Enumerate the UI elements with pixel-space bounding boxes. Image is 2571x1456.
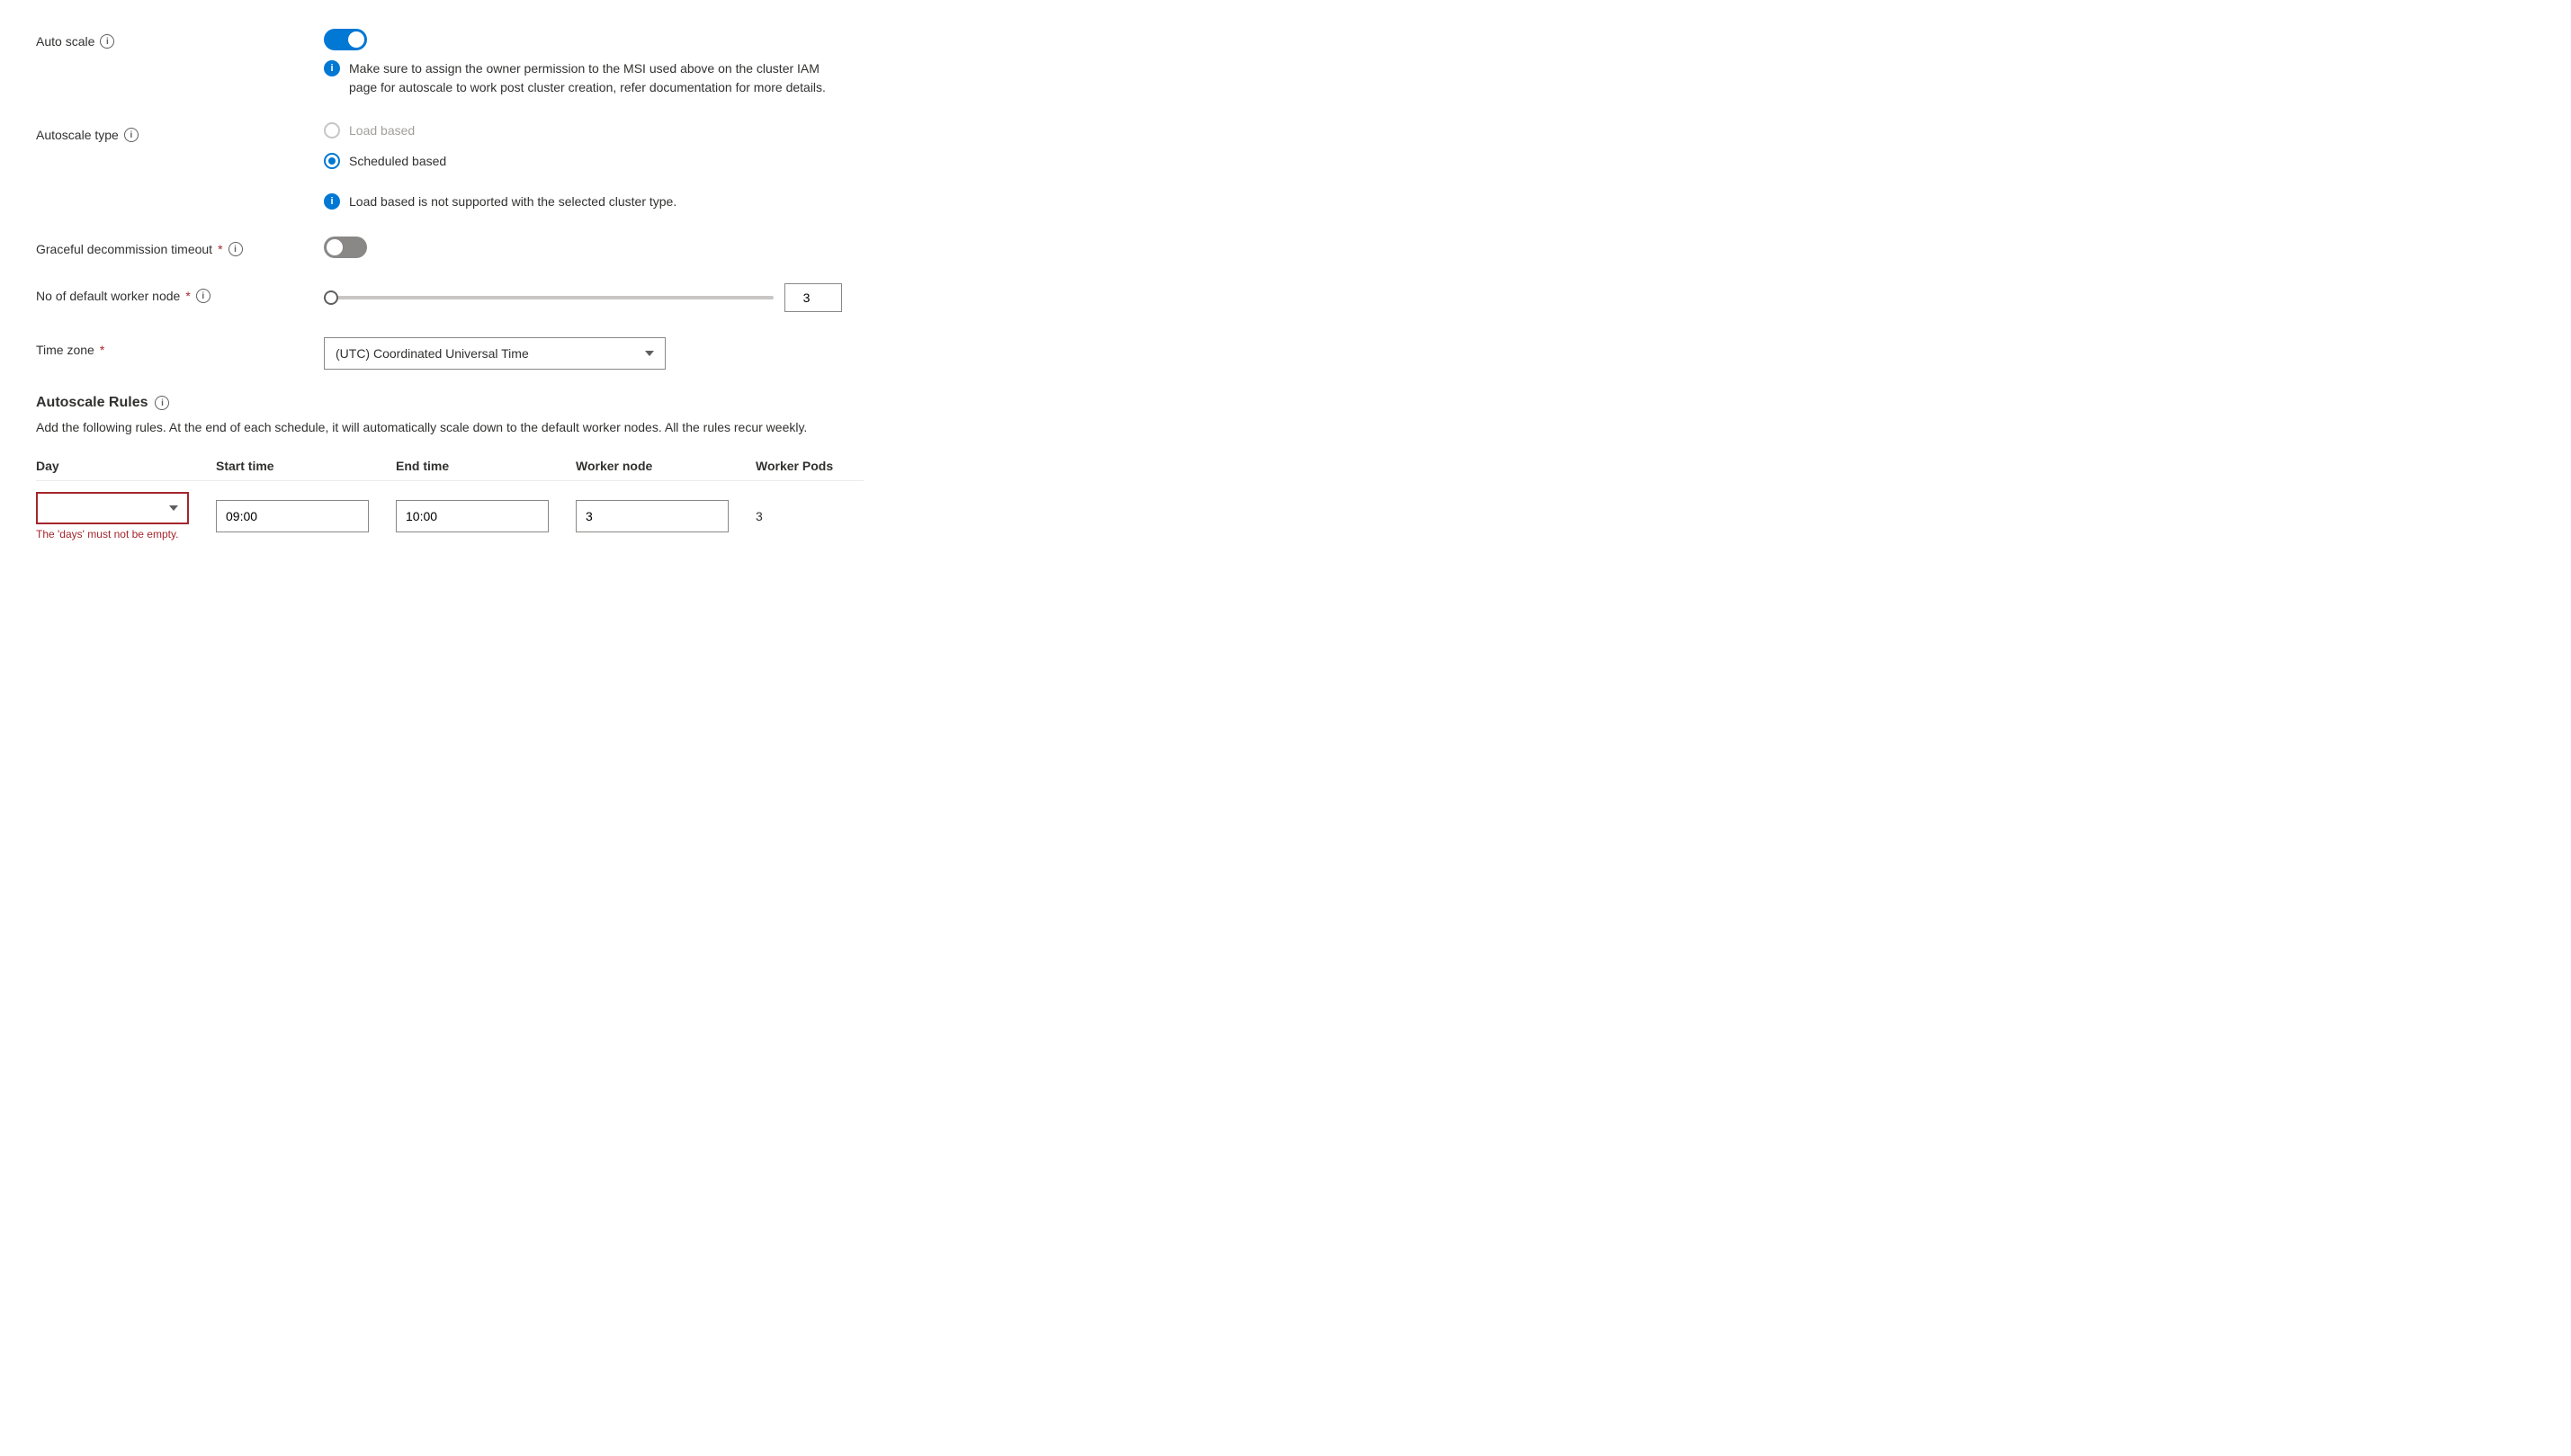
autoscale-rules-table: Day Start time End time Worker node Work… <box>36 459 864 544</box>
chevron-down-icon <box>645 351 654 356</box>
worker-node-info-icon[interactable]: i <box>196 289 211 303</box>
auto-scale-toggle-slider <box>324 29 367 50</box>
radio-circle-scheduled-based <box>324 153 340 169</box>
graceful-decommission-toggle[interactable] <box>324 237 367 258</box>
auto-scale-info-banner: i Make sure to assign the owner permissi… <box>324 59 846 97</box>
table-cell-worker-node <box>576 500 756 532</box>
table-cell-start-time <box>216 500 396 532</box>
radio-circle-load-based <box>324 122 340 138</box>
graceful-decommission-required: * <box>218 242 222 256</box>
worker-node-input[interactable] <box>784 283 842 312</box>
worker-node-slider-track[interactable] <box>324 296 774 299</box>
radio-load-based[interactable]: Load based <box>324 122 864 138</box>
auto-scale-label: Auto scale i <box>36 29 324 49</box>
graceful-decommission-toggle-slider <box>324 237 367 258</box>
auto-scale-control: i Make sure to assign the owner permissi… <box>324 29 864 97</box>
auto-scale-row: Auto scale i i Make sure to assign the o… <box>36 29 864 97</box>
graceful-decommission-info-icon[interactable]: i <box>228 242 243 256</box>
load-based-warning-icon: i <box>324 193 340 210</box>
worker-node-slider-container <box>324 283 864 312</box>
radio-scheduled-based[interactable]: Scheduled based <box>324 153 864 169</box>
autoscale-rules-title: Autoscale Rules i <box>36 395 864 411</box>
time-zone-required: * <box>100 343 104 357</box>
time-zone-selected-value: (UTC) Coordinated Universal Time <box>336 346 529 361</box>
worker-node-table-input[interactable] <box>576 500 729 532</box>
load-based-warning-text: Load based is not supported with the sel… <box>349 192 676 211</box>
table-cell-day: The 'days' must not be empty. <box>36 492 216 540</box>
auto-scale-toggle[interactable] <box>324 29 367 50</box>
graceful-decommission-label: Graceful decommission timeout * i <box>36 237 324 256</box>
col-day: Day <box>36 459 216 473</box>
day-select[interactable] <box>36 492 189 524</box>
info-circle-icon: i <box>324 60 340 76</box>
graceful-decommission-row: Graceful decommission timeout * i <box>36 237 864 258</box>
col-worker-pods: Worker Pods <box>756 459 936 473</box>
col-end-time: End time <box>396 459 576 473</box>
worker-pods-value: 3 <box>756 509 763 523</box>
start-time-input[interactable] <box>216 500 369 532</box>
autoscale-type-info-icon[interactable]: i <box>124 128 139 142</box>
autoscale-type-radio-group: Load based Scheduled based i Load based … <box>324 122 864 211</box>
time-zone-label: Time zone * <box>36 337 324 357</box>
worker-node-row: No of default worker node * i <box>36 283 864 312</box>
day-chevron-icon <box>169 505 178 511</box>
autoscale-type-row: Autoscale type i Load based Scheduled ba… <box>36 122 864 211</box>
table-cell-worker-pods: 3 <box>756 509 936 523</box>
time-zone-control: (UTC) Coordinated Universal Time <box>324 337 864 370</box>
table-row: The 'days' must not be empty. 3 <box>36 488 864 544</box>
load-based-warning-banner: i Load based is not supported with the s… <box>324 192 846 211</box>
col-start-time: Start time <box>216 459 396 473</box>
graceful-decommission-control <box>324 237 864 258</box>
autoscale-type-label: Autoscale type i <box>36 122 324 142</box>
worker-node-label: No of default worker node * i <box>36 283 324 303</box>
worker-node-control <box>324 283 864 312</box>
time-zone-dropdown[interactable]: (UTC) Coordinated Universal Time <box>324 337 666 370</box>
end-time-input[interactable] <box>396 500 549 532</box>
auto-scale-info-text: Make sure to assign the owner permission… <box>349 59 846 97</box>
auto-scale-info-icon[interactable]: i <box>100 34 114 49</box>
autoscale-rules-description: Add the following rules. At the end of e… <box>36 418 864 437</box>
autoscale-rules-section: Autoscale Rules i Add the following rule… <box>36 395 864 544</box>
radio-label-scheduled-based: Scheduled based <box>349 154 446 168</box>
table-cell-end-time <box>396 500 576 532</box>
worker-node-required: * <box>185 289 190 303</box>
table-header: Day Start time End time Worker node Work… <box>36 459 864 481</box>
time-zone-row: Time zone * (UTC) Coordinated Universal … <box>36 337 864 370</box>
col-worker-node: Worker node <box>576 459 756 473</box>
day-error-text: The 'days' must not be empty. <box>36 528 189 540</box>
autoscale-type-control: Load based Scheduled based i Load based … <box>324 122 864 211</box>
autoscale-rules-info-icon[interactable]: i <box>155 396 169 410</box>
worker-node-slider-thumb[interactable] <box>324 290 338 305</box>
radio-label-load-based: Load based <box>349 123 415 138</box>
